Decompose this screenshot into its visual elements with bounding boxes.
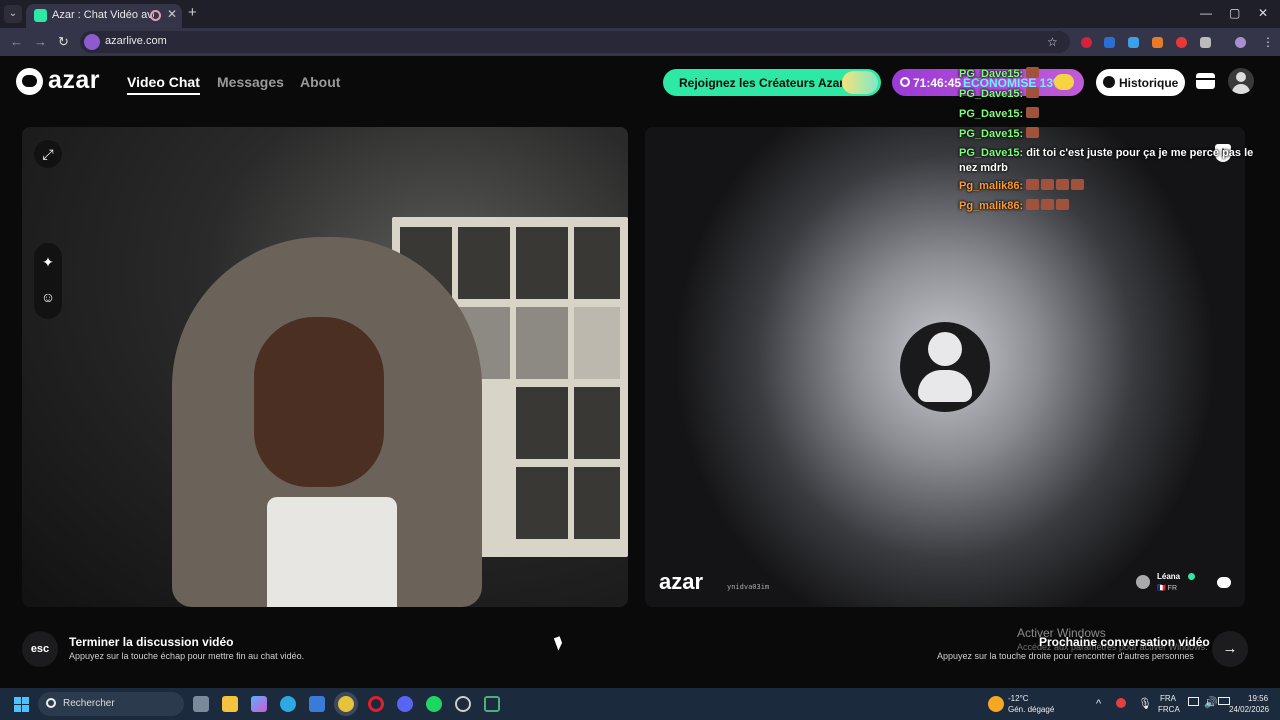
azar-logo-icon[interactable] <box>16 68 43 95</box>
obs-icon[interactable] <box>455 696 471 712</box>
opera-gx-icon[interactable] <box>368 696 384 712</box>
volume-icon[interactable]: 🔊 <box>1204 696 1218 709</box>
person-face <box>254 317 384 487</box>
tab-search-button[interactable]: ⌄ <box>4 5 22 23</box>
recording-icon <box>150 10 161 21</box>
remote-user-avatar-icon <box>1136 575 1150 589</box>
azar-favicon-icon <box>34 9 47 22</box>
extension-icon-2[interactable] <box>1104 37 1115 48</box>
search-icon <box>46 698 56 708</box>
battery-icon[interactable] <box>1218 697 1230 705</box>
creators-promo-label: Rejoignez les Créateurs Azar <box>679 76 844 90</box>
app-icon[interactable] <box>484 696 500 712</box>
remote-user-pill[interactable]: Léana 🇫🇷 FR <box>1129 568 1201 598</box>
remote-azar-watermark: azar <box>659 569 704 594</box>
reload-icon[interactable]: ↻ <box>58 34 69 50</box>
url-input[interactable]: azarlive.com <box>80 31 1070 53</box>
browser-tab-bar: ⌄ Azar : Chat Vidéo avec de r ✕ + — ▢ ✕ <box>0 0 1280 28</box>
next-chat-subtitle: Appuyez sur la touche droite pour rencon… <box>937 651 1194 661</box>
timer-value: 71:46:45 <box>913 76 962 90</box>
profile-avatar-icon[interactable] <box>1235 37 1246 48</box>
edge-icon[interactable] <box>280 696 296 712</box>
chat-message: Pg_malik86: <box>959 196 1279 216</box>
nav-about[interactable]: About <box>300 74 340 90</box>
language-primary[interactable]: FRA <box>1160 694 1176 703</box>
taskbar-search-placeholder: Rechercher <box>63 698 115 709</box>
nav-messages[interactable]: Messages <box>217 74 284 90</box>
site-info-icon[interactable] <box>84 34 100 50</box>
extension-icon-1[interactable] <box>1081 37 1092 48</box>
azar-logo-text[interactable]: azar <box>48 66 100 95</box>
clock-date[interactable]: 24/02/2026 <box>1229 705 1269 714</box>
end-chat-esc-button[interactable]: esc <box>22 631 58 667</box>
network-icon[interactable] <box>1188 697 1199 706</box>
clock-icon <box>900 77 910 87</box>
remote-user-name: Léana <box>1157 572 1181 581</box>
end-chat-title: Terminer la discussion vidéo <box>69 635 234 649</box>
chrome-icon[interactable] <box>338 696 354 712</box>
minimize-button[interactable]: — <box>1200 6 1212 20</box>
discord-icon[interactable] <box>397 696 413 712</box>
chat-message: Pg_malik86: <box>959 176 1279 196</box>
verified-dot-icon <box>1188 573 1195 580</box>
azar-site: azar Video Chat Messages About Rejoignez… <box>0 56 1280 688</box>
url-text: azarlive.com <box>105 35 167 47</box>
browser-tab[interactable]: Azar : Chat Vidéo avec de r ✕ <box>26 4 182 28</box>
face-filter-icon[interactable]: ☺ <box>34 283 62 311</box>
chat-message: PG_Dave15: <box>959 84 1279 104</box>
windows-start-icon[interactable] <box>14 697 29 712</box>
browser-menu-icon[interactable]: ⋮ <box>1262 36 1274 48</box>
weather-temp: -12°C <box>1008 694 1029 703</box>
spotify-icon[interactable] <box>426 696 442 712</box>
weather-icon[interactable] <box>988 696 1004 712</box>
taskbar-search-input[interactable]: Rechercher <box>38 692 184 716</box>
fullscreen-icon[interactable]: ⤢ <box>34 140 62 168</box>
tray-chevron-icon[interactable]: ^ <box>1096 698 1101 710</box>
effects-toolbar: ✦ ☺ <box>34 243 62 319</box>
chat-message: PG_Dave15: <box>959 104 1279 124</box>
promo-badge-icon <box>842 71 878 94</box>
next-chat-title: Prochaine conversation vidéo <box>1039 635 1210 649</box>
local-video-panel <box>22 127 628 607</box>
next-chat-button[interactable]: → <box>1212 631 1248 667</box>
chat-message: PG_Dave15: dit toi c'est juste pour ça j… <box>959 147 1254 174</box>
tab-title: Azar : Chat Vidéo avec de r <box>52 9 154 21</box>
chat-message: PG_Dave15: <box>959 64 1279 84</box>
new-tab-button[interactable]: + <box>188 4 197 21</box>
extension-icon-3[interactable] <box>1128 37 1139 48</box>
task-view-icon[interactable] <box>193 696 209 712</box>
remote-user-country: 🇫🇷 FR <box>1157 585 1178 592</box>
message-bubble-icon[interactable] <box>1209 568 1239 598</box>
windows-taskbar: Rechercher -12°C Gén. dégagé ^ 🎙 FRA FRC… <box>0 688 1280 720</box>
magic-wand-icon[interactable]: ✦ <box>34 248 62 276</box>
person-shirt <box>267 497 397 607</box>
nav-video-chat[interactable]: Video Chat <box>127 74 200 95</box>
clock-time[interactable]: 19:56 <box>1248 694 1268 703</box>
copilot-icon[interactable] <box>251 696 267 712</box>
chat-message: PG_Dave15: <box>959 124 1279 144</box>
remote-avatar-icon <box>900 322 990 412</box>
file-explorer-icon[interactable] <box>222 696 238 712</box>
bookmark-star-icon[interactable]: ☆ <box>1047 36 1059 48</box>
microphone-icon[interactable]: 🎙 <box>1138 697 1152 710</box>
address-bar-row: ← → ↻ azarlive.com ☆ ⋮ <box>0 28 1280 56</box>
forward-icon[interactable]: → <box>34 34 47 49</box>
tray-app-icon[interactable] <box>1116 698 1126 708</box>
maximize-button[interactable]: ▢ <box>1229 6 1240 20</box>
language-secondary[interactable]: FRCA <box>1158 705 1180 714</box>
weather-desc: Gén. dégagé <box>1008 705 1055 714</box>
end-chat-subtitle: Appuyez sur la touche échap pour mettre … <box>69 651 305 661</box>
remote-id-watermark: ynidva03im <box>727 583 770 591</box>
store-icon[interactable] <box>309 696 325 712</box>
tab-close-icon[interactable]: ✕ <box>167 7 177 21</box>
extension-icon-5[interactable] <box>1176 37 1187 48</box>
extensions-puzzle-icon[interactable] <box>1200 37 1211 48</box>
back-icon[interactable]: ← <box>10 34 23 49</box>
mouse-cursor-icon <box>553 636 565 651</box>
stream-chat-overlay: PG_Dave15: PG_Dave15: PG_Dave15: PG_Dave… <box>959 64 1279 216</box>
close-window-button[interactable]: ✕ <box>1258 6 1268 20</box>
extension-icon-4[interactable] <box>1152 37 1163 48</box>
creators-promo-button[interactable]: Rejoignez les Créateurs Azar <box>663 69 881 96</box>
